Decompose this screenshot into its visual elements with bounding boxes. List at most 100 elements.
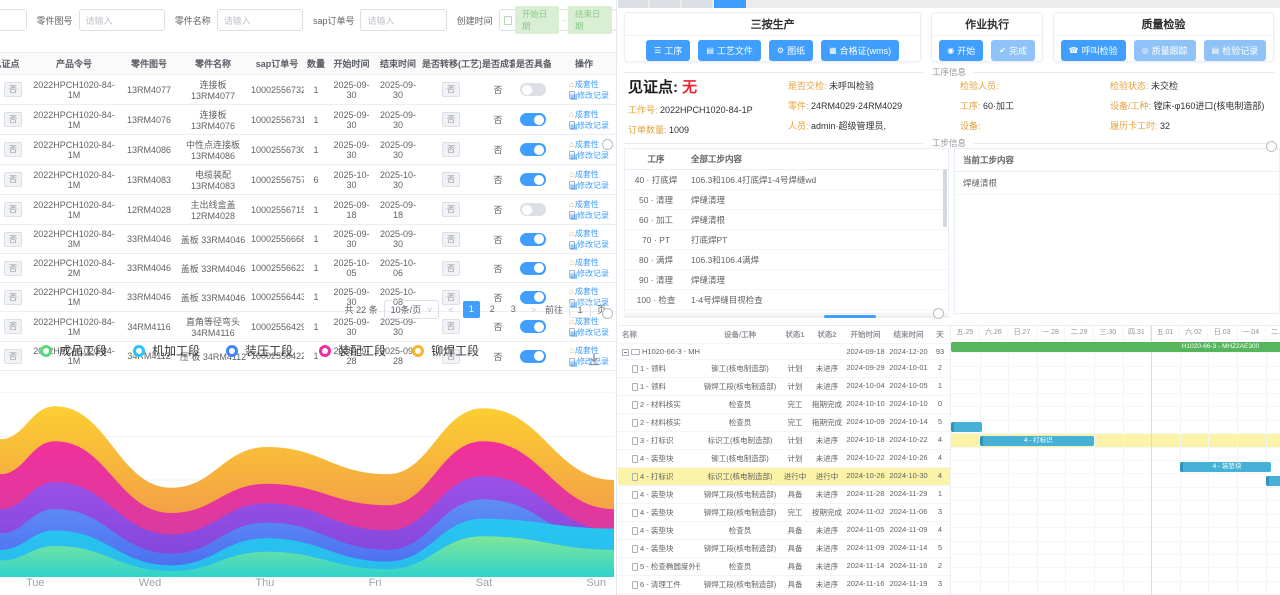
date-checkbox[interactable] [504,16,512,25]
modify-log-link[interactable]: ▤修改记录 [559,240,609,249]
chart-legend: 成品工段 机加工段 装压工段 装配工段 铆焊工段 [40,342,479,359]
gantt-row[interactable]: 5 - 检查椭圆度外径 检查员 具备 未进序 2024-11-14 2024-1… [618,558,950,576]
prev-page-button[interactable]: < [445,305,456,315]
goto-page-input[interactable]: 1 [569,301,591,318]
qty-cell: 1 [304,254,328,283]
ready-toggle[interactable] [520,320,546,333]
ready-toggle[interactable] [520,262,546,275]
download-icon[interactable] [586,352,602,371]
ready-toggle[interactable] [520,350,546,363]
set-complete-link[interactable]: ⌂成套性 [569,140,599,149]
ready-toggle[interactable] [520,233,546,246]
step-row[interactable]: 40 · 打底焊 106.3和106.4打底焊1-4号焊缝wd [625,170,948,190]
production-button[interactable]: ☰工序 [646,40,690,61]
job-button[interactable]: ◉开始 [939,40,983,61]
ready-toggle[interactable] [520,83,546,96]
modify-log-link[interactable]: ▤修改记录 [559,91,609,100]
horizontal-scrollbar[interactable] [624,315,949,318]
gantt-bar[interactable]: 4 - 装垫块 [1180,462,1272,472]
collapse-icon[interactable] [622,349,629,356]
modify-log-link[interactable]: ▤修改记录 [559,181,609,190]
gantt-row[interactable]: H1020-66-3 - MHZ2AE300 2024-09-18 2024-1… [618,344,950,360]
create-time-range-picker[interactable]: 开始日期 - 结束日期 [499,9,617,31]
gantt-bar[interactable] [1266,476,1280,486]
quality-button[interactable]: ☎呼叫检验 [1061,40,1126,61]
legend-item[interactable]: 成品工段 [40,342,107,359]
modify-log-link[interactable]: ▤修改记录 [559,211,609,220]
gantt-row[interactable]: 4 - 打标识 标识工(核电制造部) 进行中 进行中 2024-10-26 20… [618,468,950,486]
gantt-row[interactable]: 6 - 清理工件 铆焊工段(核电制造部) 具备 未进序 2024-11-16 2… [618,576,950,594]
tab-stub[interactable] [650,0,680,8]
quality-button[interactable]: ◎质量跟踪 [1134,40,1196,61]
legend-item[interactable]: 装配工段 [319,342,386,359]
vertical-scrollbar[interactable] [943,169,947,227]
sap-order-input[interactable]: 请输入 [360,9,446,31]
legend-item[interactable]: 机加工段 [133,342,200,359]
next-page-button[interactable]: > [528,305,539,315]
part-name-input[interactable]: 请输入 [217,9,303,31]
set-complete-link[interactable]: ⌂成套性 [569,287,599,296]
page-number[interactable]: 1 [463,301,480,318]
step-row[interactable]: 110 · MT 1-4焊缝MT [625,310,948,315]
task-device: 检查员 [700,414,780,432]
gantt-row[interactable]: 4 - 装垫块 铆焊工段(核电制造部) 具备 未进序 2024-11-28 20… [618,486,950,504]
gantt-bar[interactable]: 4 - 打标识 [980,436,1094,446]
col-part-no: 零件图号 [122,53,176,75]
log-icon: ▤ [569,91,575,99]
gantt-bar[interactable] [951,422,982,432]
partial-filter-input[interactable] [0,9,27,31]
tab-stub[interactable] [682,0,712,8]
set-complete-link[interactable]: ⌂成套性 [569,170,599,179]
ready-toggle[interactable] [520,203,546,216]
tab-stub-active[interactable] [714,0,746,8]
ready-toggle[interactable] [520,143,546,156]
page-number[interactable]: 3 [505,301,522,318]
modify-log-link[interactable]: ▤修改记录 [559,121,609,130]
gantt-row[interactable]: 4 - 装垫块 铆焊工段(核电制造部) 具备 未进序 2024-11-09 20… [618,540,950,558]
gantt-row[interactable]: 4 - 装垫块 铆焊工段(核电制造部) 完工 按期完成 2024-11-02 2… [618,504,950,522]
step-row[interactable]: 80 · 满焊 106.3和106.4满焊 [625,250,948,270]
quality-button[interactable]: ▤检验记录 [1204,40,1267,61]
gantt-row[interactable]: 1 - 领料 铆工(核电制造部) 计划 未进序 2024-09-29 2024-… [618,360,950,378]
job-button[interactable]: ✔完成 [991,40,1035,61]
step-row[interactable]: 90 · 清理 焊缝清理 [625,270,948,290]
resize-handle[interactable] [602,139,613,150]
production-button[interactable]: ▤工艺文件 [698,40,761,61]
tab-stub[interactable] [618,0,648,8]
production-button[interactable]: ▦合格证(wms) [821,40,899,61]
legend-item[interactable]: 装压工段 [226,342,293,359]
document-icon [632,563,638,571]
step-row[interactable]: 60 · 加工 焊缝清根 [625,210,948,230]
gantt-row[interactable]: 2 - 材料核实 检查员 完工 拖期完成 2024-10-10 2024-10-… [618,396,950,414]
resize-handle[interactable] [1266,141,1277,152]
resize-handle[interactable] [602,308,613,319]
gantt-bar[interactable]: H1020-66-3 - MHZ2AE300 [951,342,1280,352]
modify-log-link[interactable]: ▤修改记录 [559,151,609,160]
step-row[interactable]: 100 · 检查 1-4号焊缝目视检查 [625,290,948,310]
step-row[interactable]: 50 · 清理 焊缝清理 [625,190,948,210]
legend-item[interactable]: 铆焊工段 [412,342,479,359]
set-complete-link[interactable]: ⌂成套性 [569,110,599,119]
production-button[interactable]: ⚙图纸 [769,40,813,61]
gantt-row[interactable]: 1 - 领料 铆焊工段(核电制造部) 计划 未进序 2024-10-04 202… [618,378,950,396]
step-row[interactable]: 70 · PT 打底焊PT [625,230,948,250]
set-complete-link[interactable]: ⌂成套性 [569,200,599,209]
ready-toggle[interactable] [520,173,546,186]
gantt-row[interactable]: 4 - 装垫块 检查员 具备 未进序 2024-11-05 2024-11-09… [618,522,950,540]
date-end-input[interactable]: 结束日期 [568,6,612,34]
date-start-input[interactable]: 开始日期 [515,6,559,34]
set-complete-link[interactable]: ⌂成套性 [569,258,599,267]
scrollbar-thumb[interactable] [824,315,876,318]
gantt-row[interactable]: 4 - 装垫块 铆工(核电制造部) 计划 未进序 2024-10-22 2024… [618,450,950,468]
ready-toggle[interactable] [520,113,546,126]
gantt-row[interactable]: 3 - 打标识 标识工(核电制造部) 计划 未进序 2024-10-18 202… [618,432,950,450]
page-number[interactable]: 2 [484,301,501,318]
set-complete-link[interactable]: ⌂成套性 [569,229,599,238]
set-complete-link[interactable]: ⌂成套性 [569,80,599,89]
resize-handle[interactable] [933,308,944,319]
part-drawing-input[interactable]: 请输入 [79,9,165,31]
page-size-select[interactable]: 10条/页˅ [384,300,440,319]
gantt-row[interactable]: 2 - 材料核实 检查员 完工 拖期完成 2024-10-09 2024-10-… [618,414,950,432]
modify-log-link[interactable]: ▤修改记录 [559,328,609,337]
modify-log-link[interactable]: ▤修改记录 [559,269,609,278]
